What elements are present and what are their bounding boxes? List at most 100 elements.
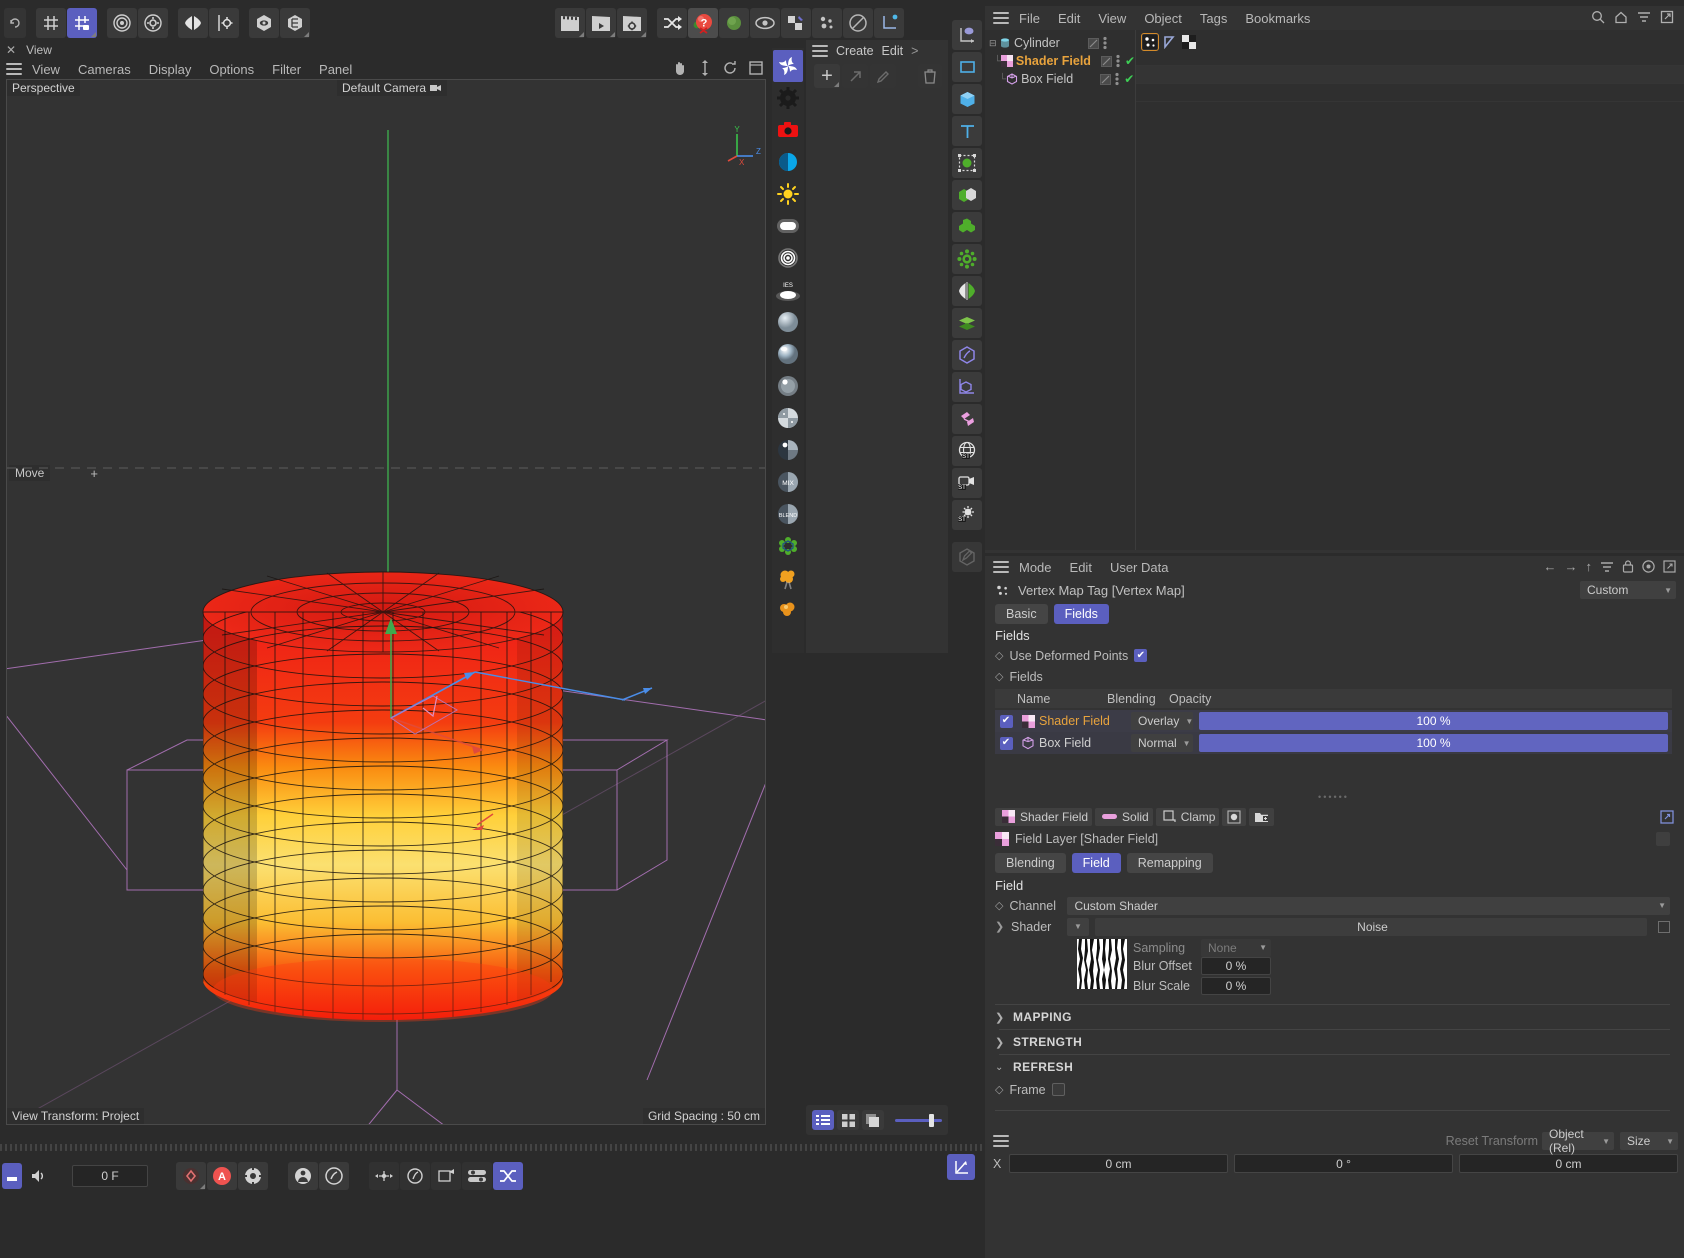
texture-pin-icon[interactable] — [781, 8, 811, 38]
create-menu-edit[interactable]: Edit — [882, 44, 904, 58]
layer-view-icon[interactable] — [862, 1110, 884, 1130]
viewport-menu-panel[interactable]: Panel — [311, 60, 360, 79]
viewport-menu-filter[interactable]: Filter — [264, 60, 309, 79]
rotation-key-icon[interactable] — [400, 1162, 430, 1190]
filter-icon[interactable] — [1637, 10, 1651, 24]
collapse-icon[interactable]: ⊟ — [989, 38, 999, 49]
shader-type-dropdown[interactable]: ▼ — [1067, 917, 1089, 936]
pla-key-icon[interactable] — [493, 1162, 523, 1190]
axis-gizmo-icon[interactable] — [947, 1154, 975, 1180]
camera-red-icon[interactable] — [773, 114, 803, 146]
tab-field[interactable]: Field — [1071, 853, 1121, 873]
panel-drag-rail[interactable] — [0, 1144, 985, 1151]
visibility-dots-icon[interactable] — [1115, 72, 1119, 86]
tab-fields[interactable]: Fields — [1053, 603, 1109, 624]
keyframe-settings-icon[interactable] — [238, 1162, 268, 1190]
om-menu-edit[interactable]: Edit — [1050, 9, 1088, 28]
frame-checkbox[interactable] — [1051, 1083, 1065, 1096]
field-object-icon[interactable] — [952, 340, 982, 370]
add-icon[interactable]: + — [814, 64, 840, 88]
ies-light-icon[interactable]: IES — [773, 274, 803, 306]
paint-tool-icon[interactable] — [952, 542, 982, 572]
sphere-matte-icon[interactable] — [773, 306, 803, 338]
reset-transform-button[interactable]: Reset Transform — [1446, 1134, 1538, 1148]
sphere-glossy-icon[interactable] — [773, 338, 803, 370]
back-arrow-icon[interactable]: ← — [1544, 559, 1557, 574]
shuffle-icon[interactable] — [657, 8, 687, 38]
sphere-metal-icon[interactable] — [773, 434, 803, 466]
material-question-icon[interactable]: ? — [688, 8, 718, 38]
layer-options-icon[interactable] — [1656, 832, 1670, 846]
viewport-menu-options[interactable]: Options — [201, 60, 262, 79]
sun-light-icon[interactable] — [773, 178, 803, 210]
tree-item-box-field[interactable]: └ Box Field ✔ — [985, 70, 1135, 88]
om-menu-view[interactable]: View — [1090, 9, 1134, 28]
om-menu-file[interactable]: File — [1011, 9, 1048, 28]
layer-stack-icon[interactable] — [952, 308, 982, 338]
create-menu-more[interactable]: > — [911, 44, 918, 58]
tag-slot-icon[interactable] — [1100, 55, 1112, 67]
keyframe-icon[interactable] — [176, 1162, 206, 1190]
row-enabled-checkbox[interactable]: ✔ — [999, 736, 1013, 750]
orbit-icon[interactable] — [722, 60, 738, 76]
hand-pan-icon[interactable] — [672, 60, 688, 76]
move-axis-icon[interactable] — [698, 60, 712, 76]
target-light-icon[interactable] — [773, 242, 803, 274]
sky-stage-icon[interactable]: ST — [952, 436, 982, 466]
table-row[interactable]: ✔ Box Field Normal ▼ 100 % — [995, 732, 1672, 754]
am-menu-edit[interactable]: Edit — [1062, 558, 1100, 577]
param-diamond-icon[interactable]: ◇ — [995, 1083, 1003, 1096]
new-folder-icon[interactable] — [1249, 807, 1275, 826]
layer-type-button[interactable]: Shader Field — [995, 807, 1093, 826]
shader-field-icon[interactable] — [952, 404, 982, 434]
scale-key-icon[interactable] — [431, 1162, 461, 1190]
sampling-dropdown[interactable]: None ▼ — [1201, 938, 1271, 957]
menu-icon[interactable] — [993, 1132, 1009, 1150]
eye-visibility-icon[interactable] — [249, 8, 279, 38]
fan-shader-icon[interactable] — [773, 50, 803, 82]
list-icon[interactable] — [1600, 561, 1614, 573]
phong-tag-icon[interactable] — [1163, 35, 1177, 49]
row-blending-dropdown[interactable]: Normal ▼ — [1131, 734, 1193, 752]
autokey-icon[interactable]: A — [207, 1162, 237, 1190]
om-menu-tags[interactable]: Tags — [1192, 9, 1235, 28]
row-blending-dropdown[interactable]: Overlay ▼ — [1131, 712, 1193, 730]
list-view-icon[interactable] — [812, 1110, 834, 1130]
om-menu-object[interactable]: Object — [1136, 9, 1190, 28]
anim-mode-icon[interactable] — [319, 1162, 349, 1190]
am-menu-mode[interactable]: Mode — [1011, 558, 1060, 577]
tab-blending[interactable]: Blending — [995, 853, 1066, 873]
row-opacity-slider[interactable]: 100 % — [1199, 734, 1668, 752]
layer-clamp-button[interactable]: Clamp — [1155, 807, 1220, 826]
sound-toggle-icon[interactable] — [2, 1163, 22, 1189]
camera-stage-icon[interactable]: ST — [952, 468, 982, 498]
viewport-canvas[interactable]: Perspective Default Camera Y Z X Move + — [6, 79, 766, 1125]
popout-icon[interactable] — [1663, 560, 1676, 573]
shader-link-icon[interactable] — [1658, 920, 1670, 933]
row-opacity-slider[interactable]: 100 % — [1199, 712, 1668, 730]
render-settings-icon[interactable] — [617, 8, 647, 38]
sphere-glass-icon[interactable] — [773, 370, 803, 402]
axis-gear-icon[interactable] — [138, 8, 168, 38]
grid-view-icon[interactable] — [837, 1110, 859, 1130]
axis-center-icon[interactable] — [107, 8, 137, 38]
search-icon[interactable] — [1591, 10, 1605, 24]
particles-icon[interactable] — [812, 8, 842, 38]
shader-value-field[interactable]: Noise — [1095, 917, 1647, 936]
chevron-right-icon[interactable]: ❯ — [995, 920, 1005, 933]
menu-icon[interactable] — [993, 558, 1009, 576]
point-level-anim-icon[interactable] — [288, 1162, 318, 1190]
speaker-icon[interactable] — [26, 1161, 52, 1191]
plane-primitive-icon[interactable] — [952, 52, 982, 82]
arrow-link-icon[interactable] — [842, 64, 868, 88]
foliage-icon[interactable] — [773, 530, 803, 562]
enabled-check-icon[interactable]: ✔ — [1125, 54, 1135, 68]
blur-scale-input[interactable]: 0 % — [1201, 977, 1271, 995]
sphere-checker-icon[interactable] — [773, 402, 803, 434]
section-mapping[interactable]: ❯ MAPPING — [985, 1005, 1684, 1029]
layer-popout-icon[interactable] — [1660, 809, 1674, 824]
size-mode-dropdown[interactable]: Size ▼ — [1620, 1132, 1678, 1150]
sphere-mix-icon[interactable]: MIX — [773, 466, 803, 498]
light-stage-icon[interactable]: ST — [952, 500, 982, 530]
coordinate-mode-dropdown[interactable]: Object (Rel) ▼ — [1542, 1127, 1614, 1155]
